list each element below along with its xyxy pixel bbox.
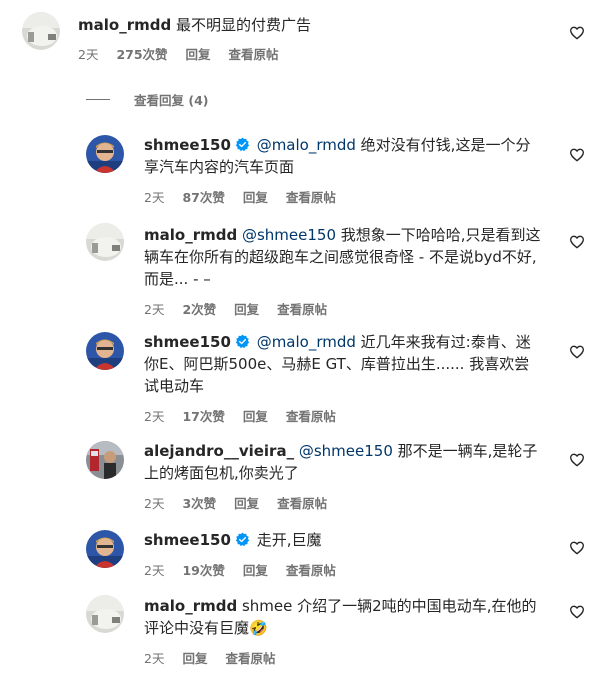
mention-link[interactable]: @malo_rmdd (257, 333, 356, 351)
avatar[interactable] (86, 595, 124, 633)
view-post-button[interactable]: 查看原帖 (286, 409, 336, 424)
timestamp[interactable]: 2天 (78, 47, 98, 62)
like-count[interactable]: 87次赞 (182, 190, 224, 205)
timestamp[interactable]: 2天 (144, 496, 164, 511)
verified-badge-icon (235, 532, 250, 547)
like-heart-icon[interactable] (569, 452, 585, 468)
comment-meta: 2天 275次赞 回复 查看原帖 (78, 44, 548, 63)
like-heart-icon[interactable] (569, 604, 585, 620)
avatar[interactable] (86, 135, 124, 173)
view-post-button[interactable]: 查看原帖 (286, 563, 336, 578)
comment-text: malo_rmdd 最不明显的付费广告 (78, 14, 548, 36)
timestamp[interactable]: 2天 (144, 563, 164, 578)
like-count[interactable]: 3次赞 (182, 496, 216, 511)
avatar-image (86, 595, 124, 633)
comment-meta: 2天 回复 查看原帖 (144, 648, 544, 667)
divider-line (86, 99, 110, 100)
comment-body: malo_rmdd @shmee150 我想象一下哈哈哈,只是看到这辆车在你所有… (144, 224, 544, 318)
avatar-image (86, 530, 124, 568)
comment-meta: 2天 19次赞 回复 查看原帖 (144, 560, 544, 579)
comment-body: shmee150 走开,巨魔 2天 19次赞 回复 查看原帖 (144, 529, 544, 579)
avatar[interactable] (22, 12, 60, 50)
verified-badge-icon (235, 334, 250, 349)
like-count[interactable]: 19次赞 (182, 563, 224, 578)
like-heart-icon[interactable] (569, 147, 585, 163)
comment-body: alejandro__vieira_ @shmee150 那不是一辆车,是轮子上… (144, 440, 544, 512)
username[interactable]: malo_rmdd (144, 597, 237, 615)
reply-button[interactable]: 回复 (243, 409, 268, 424)
comment-text: malo_rmdd @shmee150 我想象一下哈哈哈,只是看到这辆车在你所有… (144, 224, 544, 290)
view-post-button[interactable]: 查看原帖 (277, 496, 327, 511)
comment-text: shmee150 @malo_rmdd 近几年来我有过:泰肯、迷你E、阿巴斯50… (144, 331, 544, 397)
reply-button[interactable]: 回复 (234, 302, 259, 317)
view-post-button[interactable]: 查看原帖 (286, 190, 336, 205)
comment-meta: 2天 2次赞 回复 查看原帖 (144, 299, 544, 318)
timestamp[interactable]: 2天 (144, 651, 164, 666)
verified-badge-icon (235, 137, 250, 152)
view-post-button[interactable]: 查看原帖 (229, 47, 279, 62)
avatar[interactable] (86, 332, 124, 370)
mention-link[interactable]: @shmee150 (299, 442, 393, 460)
like-count[interactable]: 2次赞 (182, 302, 216, 317)
comment-body: malo_rmdd 最不明显的付费广告 2天 275次赞 回复 查看原帖 (78, 14, 548, 63)
username[interactable]: malo_rmdd (144, 226, 237, 244)
like-heart-icon[interactable] (569, 344, 585, 360)
view-replies-toggle[interactable]: 查看回复 (4) (86, 90, 208, 109)
avatar[interactable] (86, 530, 124, 568)
like-count[interactable]: 17次赞 (182, 409, 224, 424)
comment-text: alejandro__vieira_ @shmee150 那不是一辆车,是轮子上… (144, 440, 544, 484)
comment-content: 走开,巨魔 (256, 531, 322, 549)
reply-button[interactable]: 回复 (243, 563, 268, 578)
view-post-button[interactable]: 查看原帖 (225, 651, 275, 666)
username[interactable]: malo_rmdd (78, 16, 171, 34)
avatar-image (86, 441, 124, 479)
comment-text: malo_rmdd shmee 介绍了一辆2吨的中国电动车,在他的评论中没有巨魔… (144, 595, 544, 639)
avatar-image (86, 223, 124, 261)
comment-text: shmee150 @malo_rmdd 绝对没有付钱,这是一个分享汽车内容的汽车… (144, 134, 544, 178)
like-heart-icon[interactable] (569, 234, 585, 250)
comment-meta: 2天 17次赞 回复 查看原帖 (144, 406, 544, 425)
avatar-image (86, 135, 124, 173)
username[interactable]: alejandro__vieira_ (144, 442, 294, 460)
like-heart-icon[interactable] (569, 540, 585, 556)
timestamp[interactable]: 2天 (144, 190, 164, 205)
comment-body: shmee150 @malo_rmdd 近几年来我有过:泰肯、迷你E、阿巴斯50… (144, 331, 544, 425)
avatar[interactable] (86, 441, 124, 479)
like-count[interactable]: 275次赞 (116, 47, 167, 62)
mention-link[interactable]: @malo_rmdd (257, 136, 356, 154)
comment-text: shmee150 走开,巨魔 (144, 529, 544, 551)
reply-button[interactable]: 回复 (243, 190, 268, 205)
view-post-button[interactable]: 查看原帖 (277, 302, 327, 317)
comment-meta: 2天 87次赞 回复 查看原帖 (144, 187, 544, 206)
comment-meta: 2天 3次赞 回复 查看原帖 (144, 493, 544, 512)
reply-button[interactable]: 回复 (186, 47, 211, 62)
comment-body: malo_rmdd shmee 介绍了一辆2吨的中国电动车,在他的评论中没有巨魔… (144, 595, 544, 667)
username[interactable]: shmee150 (144, 333, 231, 351)
comment-content: 最不明显的付费广告 (175, 16, 311, 34)
username[interactable]: shmee150 (144, 531, 231, 549)
reply-button[interactable]: 回复 (182, 651, 207, 666)
timestamp[interactable]: 2天 (144, 409, 164, 424)
avatar[interactable] (86, 223, 124, 261)
like-heart-icon[interactable] (569, 25, 585, 41)
comment-body: shmee150 @malo_rmdd 绝对没有付钱,这是一个分享汽车内容的汽车… (144, 134, 544, 206)
avatar-image (86, 332, 124, 370)
timestamp[interactable]: 2天 (144, 302, 164, 317)
avatar-image (22, 12, 60, 50)
mention-link[interactable]: @shmee150 (242, 226, 336, 244)
reply-button[interactable]: 回复 (234, 496, 259, 511)
view-replies-label: 查看回复 (4) (134, 93, 209, 108)
username[interactable]: shmee150 (144, 136, 231, 154)
